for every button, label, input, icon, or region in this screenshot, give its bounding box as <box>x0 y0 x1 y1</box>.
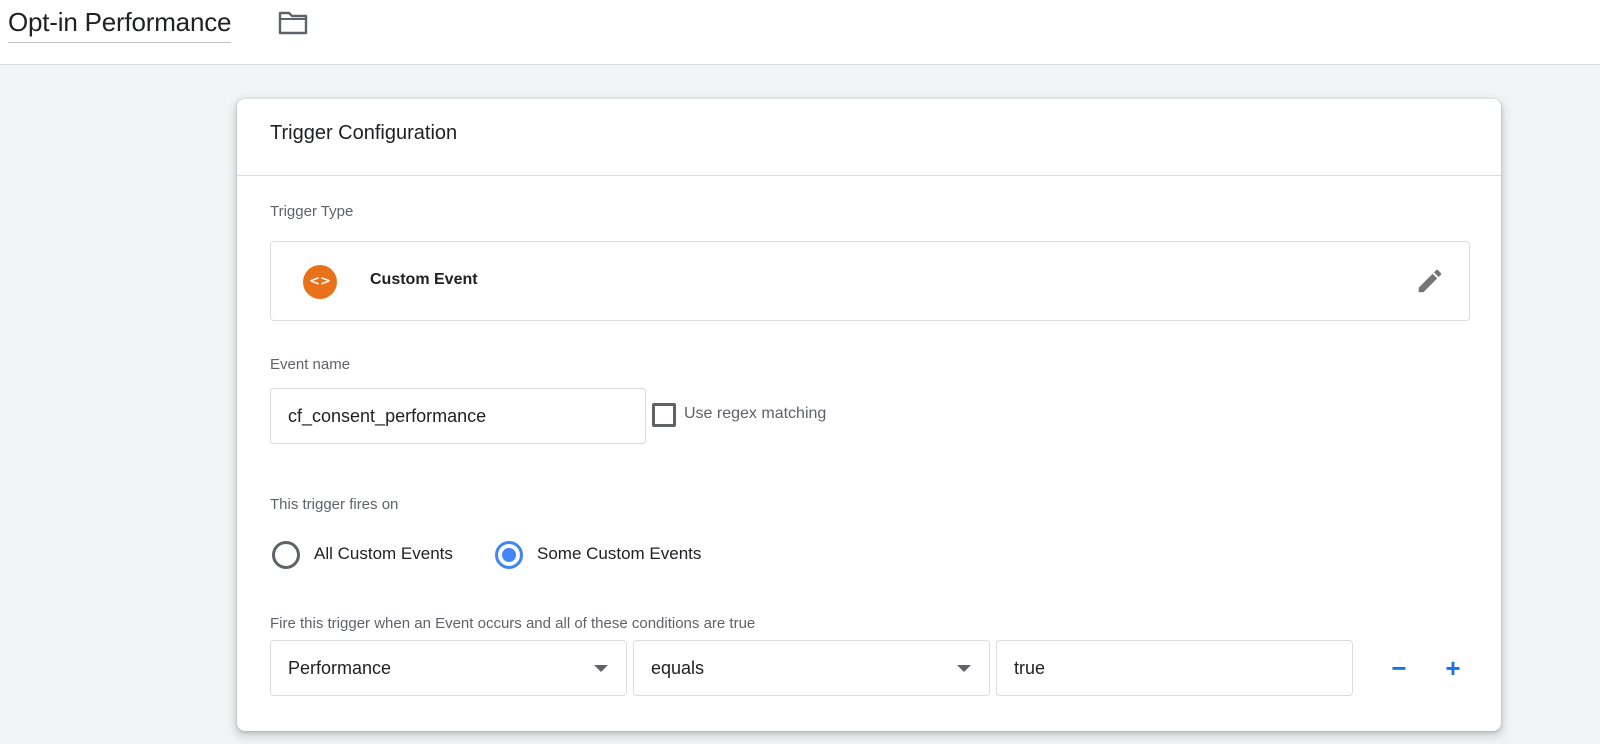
radio-all-custom-events[interactable] <box>272 541 300 569</box>
trigger-type-label: Trigger Type <box>270 203 354 220</box>
title-underline[interactable]: Opt-in Performance <box>8 6 231 43</box>
condition-variable-select[interactable]: Performance <box>270 640 627 696</box>
event-name-input[interactable]: cf_consent_performance <box>270 388 646 444</box>
fires-on-label: This trigger fires on <box>270 496 399 513</box>
condition-operator-select[interactable]: equals <box>633 640 990 696</box>
trigger-type-selector[interactable]: <> Custom Event <box>270 241 1470 321</box>
card-header: Trigger Configuration <box>237 99 1501 176</box>
condition-operator-value: equals <box>651 658 705 678</box>
condition-label: Fire this trigger when an Event occurs a… <box>270 615 756 632</box>
radio-some-custom-events-label[interactable]: Some Custom Events <box>537 544 701 564</box>
remove-condition-button[interactable]: − <box>1382 652 1416 686</box>
trigger-configuration-card: Trigger Configuration Trigger Type <> Cu… <box>237 99 1501 731</box>
top-bar: Opt-in Performance <box>0 0 1600 65</box>
radio-some-custom-events[interactable] <box>495 541 523 569</box>
pencil-icon[interactable] <box>1415 266 1445 296</box>
condition-variable-value: Performance <box>288 658 392 678</box>
regex-checkbox-label[interactable]: Use regex matching <box>684 405 826 423</box>
trigger-type-name: Custom Event <box>370 271 478 288</box>
page-title[interactable]: Opt-in Performance <box>8 6 231 38</box>
add-condition-button[interactable]: + <box>1436 652 1470 686</box>
regex-checkbox[interactable] <box>652 403 676 427</box>
radio-all-custom-events-label[interactable]: All Custom Events <box>314 544 453 564</box>
chevron-down-icon <box>594 665 608 672</box>
condition-value-input[interactable]: true <box>996 640 1353 696</box>
event-name-label: Event name <box>270 356 351 373</box>
card-title: Trigger Configuration <box>270 122 458 144</box>
code-brackets-icon: <> <box>303 265 337 299</box>
folder-icon[interactable] <box>278 9 308 35</box>
chevron-down-icon <box>957 665 971 672</box>
